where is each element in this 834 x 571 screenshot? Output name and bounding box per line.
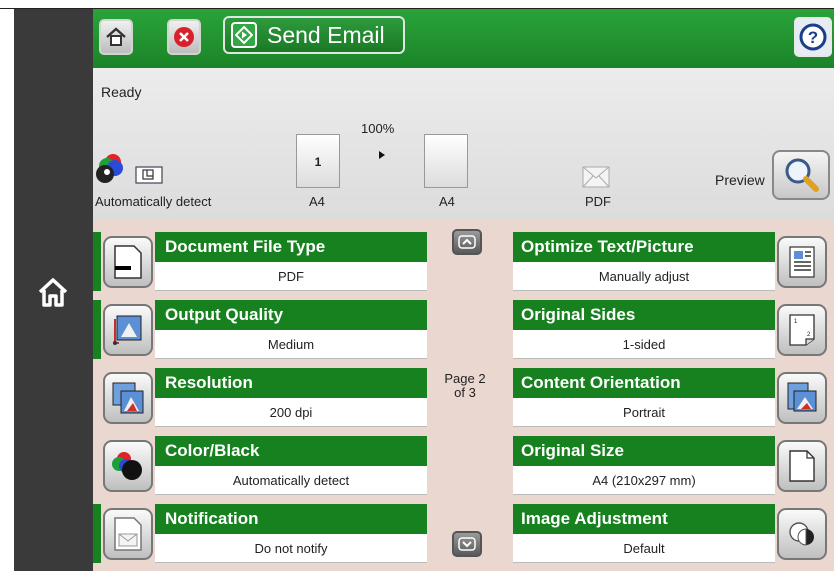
svg-text:?: ? bbox=[808, 28, 818, 47]
scroll-down-button[interactable] bbox=[452, 531, 482, 557]
optimize-text-picture-button[interactable] bbox=[777, 236, 827, 288]
notification-button[interactable] bbox=[103, 508, 153, 560]
chevron-up-icon bbox=[458, 235, 476, 249]
scroll-up-button[interactable] bbox=[452, 229, 482, 255]
left-sidebar bbox=[14, 9, 93, 571]
option-title: Image Adjustment bbox=[513, 504, 775, 534]
home-icon bbox=[38, 278, 68, 307]
option-value: PDF bbox=[155, 262, 427, 291]
image-adjustment-button[interactable] bbox=[777, 508, 827, 560]
start-icon bbox=[231, 22, 257, 48]
cancel-icon bbox=[174, 27, 194, 47]
content-orientation-button[interactable] bbox=[777, 372, 827, 424]
page-indicator-line1: Page 2 bbox=[444, 371, 486, 386]
preview-label: Preview bbox=[715, 172, 765, 188]
option-original-size[interactable]: Original Size A4 (210x297 mm) bbox=[513, 436, 829, 495]
option-image-adjustment[interactable]: Image Adjustment Default bbox=[513, 504, 829, 563]
option-title: Document File Type bbox=[155, 232, 427, 262]
color-mode-label: Automatically detect bbox=[95, 194, 212, 209]
page-number: 1 bbox=[314, 155, 322, 169]
document-file-type-button[interactable] bbox=[103, 236, 153, 288]
send-email-button[interactable]: Send Email bbox=[223, 16, 405, 54]
orientation-icon bbox=[787, 382, 817, 412]
option-output-quality[interactable]: Output Quality Medium bbox=[93, 300, 427, 359]
color-wheel-icon bbox=[96, 154, 123, 183]
option-notification[interactable]: Notification Do not notify bbox=[93, 504, 427, 563]
document-icon bbox=[114, 245, 142, 279]
arrow-right-icon bbox=[379, 151, 385, 159]
output-size-label: A4 bbox=[439, 194, 455, 209]
option-title: Original Sides bbox=[513, 300, 775, 330]
top-header: Send Email ? bbox=[93, 9, 834, 68]
home-button[interactable] bbox=[99, 19, 133, 55]
image-adjustment-icon bbox=[789, 522, 814, 546]
output-page-thumb bbox=[424, 134, 468, 188]
option-title: Optimize Text/Picture bbox=[513, 232, 775, 262]
zoom-label: 100% bbox=[361, 121, 395, 136]
status-ready-text: Ready bbox=[101, 84, 142, 100]
send-email-label: Send Email bbox=[267, 21, 385, 48]
option-value: Medium bbox=[155, 330, 427, 359]
sidebar-home-button[interactable] bbox=[36, 275, 70, 309]
option-title: Output Quality bbox=[155, 300, 427, 330]
option-value: Manually adjust bbox=[513, 262, 775, 291]
tile-stripe bbox=[93, 504, 101, 563]
option-value: Default bbox=[513, 534, 775, 563]
original-size-button[interactable] bbox=[777, 440, 827, 492]
tile-stripe bbox=[93, 300, 101, 359]
page-size-icon bbox=[789, 450, 815, 482]
duplex-icon bbox=[135, 166, 163, 184]
page-indicator: Page 2 of 3 bbox=[436, 372, 494, 400]
option-value: Do not notify bbox=[155, 534, 427, 563]
option-optimize-text-picture[interactable]: Optimize Text/Picture Manually adjust bbox=[513, 232, 829, 291]
color-black-button[interactable] bbox=[103, 440, 153, 492]
email-envelope-icon bbox=[582, 166, 610, 188]
option-value: 200 dpi bbox=[155, 398, 427, 427]
resolution-button[interactable] bbox=[103, 372, 153, 424]
option-content-orientation[interactable]: Content Orientation Portrait bbox=[513, 368, 829, 427]
resolution-icon bbox=[112, 382, 144, 414]
page-indicator-line2: of 3 bbox=[454, 385, 476, 400]
picture-quality-icon bbox=[113, 315, 142, 345]
option-title: Original Size bbox=[513, 436, 775, 466]
option-title: Content Orientation bbox=[513, 368, 775, 398]
original-size-label: A4 bbox=[309, 194, 325, 209]
option-resolution[interactable]: Resolution 200 dpi bbox=[93, 368, 427, 427]
option-title: Color/Black bbox=[155, 436, 427, 466]
text-picture-icon bbox=[789, 246, 815, 278]
notification-icon bbox=[114, 517, 142, 551]
option-document-file-type[interactable]: Document File Type PDF bbox=[93, 232, 427, 291]
preview-button[interactable] bbox=[772, 150, 830, 200]
stop-button[interactable] bbox=[167, 19, 201, 55]
original-page-thumb: 1 bbox=[296, 134, 340, 188]
original-sides-button[interactable]: 1 2 bbox=[777, 304, 827, 356]
option-title: Resolution bbox=[155, 368, 427, 398]
sides-icon: 1 2 bbox=[789, 314, 815, 346]
help-button[interactable]: ? bbox=[794, 17, 832, 57]
output-quality-button[interactable] bbox=[103, 304, 153, 356]
tile-stripe bbox=[93, 232, 101, 291]
home-icon bbox=[106, 27, 126, 46]
magnifier-icon bbox=[785, 158, 819, 192]
file-type-label: PDF bbox=[585, 194, 611, 209]
color-black-icon bbox=[112, 452, 142, 480]
chevron-down-icon bbox=[458, 537, 476, 551]
option-value: 1-sided bbox=[513, 330, 775, 359]
option-value: Automatically detect bbox=[155, 466, 427, 495]
status-area: Ready Automatically detect 1 A4 100% A4 … bbox=[93, 68, 834, 220]
option-value: Portrait bbox=[513, 398, 775, 427]
option-title: Notification bbox=[155, 504, 427, 534]
help-icon: ? bbox=[799, 23, 827, 51]
option-color-black[interactable]: Color/Black Automatically detect bbox=[93, 436, 427, 495]
options-panel: Document File Type PDF Output Quality Me… bbox=[93, 220, 834, 571]
option-value: A4 (210x297 mm) bbox=[513, 466, 775, 495]
option-original-sides[interactable]: Original Sides 1-sided 1 2 bbox=[513, 300, 829, 359]
